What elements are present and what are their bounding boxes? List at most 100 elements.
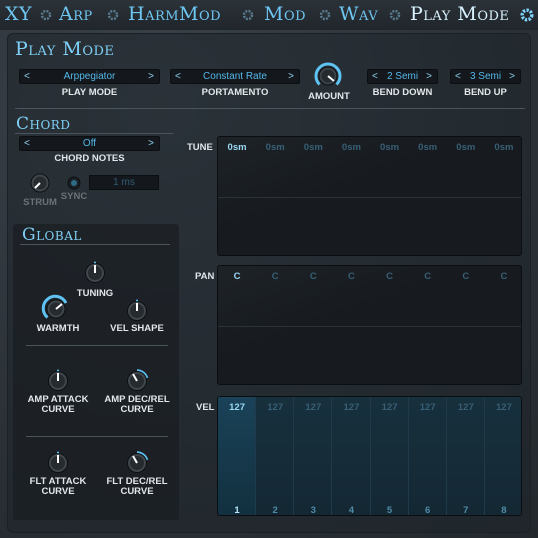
bend-up-select[interactable]: < 3 Semi > (450, 69, 521, 84)
arrow-right-icon[interactable]: > (148, 70, 154, 83)
grid-centerline (218, 326, 521, 327)
grid-shade (218, 266, 521, 384)
strum-label: STRUM (23, 197, 57, 208)
grid-centerline (218, 197, 521, 198)
vel-step-bar[interactable] (408, 397, 447, 515)
vel-step-value[interactable]: 127 (257, 402, 293, 413)
flt-decrel-knob[interactable] (124, 450, 150, 476)
pan-step-value[interactable]: C (333, 271, 369, 282)
step-number: 3 (310, 505, 316, 516)
gear-icon (40, 9, 52, 21)
divider (15, 108, 525, 109)
arrow-right-icon[interactable]: > (148, 137, 154, 150)
arrow-right-icon[interactable]: > (509, 70, 515, 83)
tab-harmmod[interactable]: HarmMod (128, 3, 221, 25)
strum-time-field[interactable]: 1 ms (89, 175, 159, 190)
warmth-label: WARMTH (36, 323, 80, 334)
tune-step-value[interactable]: 0sm (448, 142, 484, 153)
vel-step-bar[interactable] (294, 397, 333, 515)
portamento-label: PORTAMENTO (201, 87, 269, 98)
vel-step-value[interactable]: 127 (486, 402, 521, 413)
tune-step-value[interactable]: 0sm (486, 142, 521, 153)
strum-knob[interactable] (28, 171, 52, 195)
tune-step-value[interactable]: 0sm (333, 142, 369, 153)
tuning-knob[interactable] (82, 260, 108, 286)
sync-label: SYNC (60, 191, 88, 202)
divider (15, 133, 173, 134)
arrow-left-icon[interactable]: < (372, 70, 378, 83)
tab-play-mode[interactable]: Play Mode (410, 3, 509, 25)
vel-step-bar[interactable] (370, 397, 409, 515)
pan-step-value[interactable]: C (448, 271, 484, 282)
arrow-right-icon[interactable]: > (426, 70, 432, 83)
pan-grid[interactable]: CCCCCCCC (217, 265, 522, 385)
tab-arp[interactable]: Arp (59, 3, 93, 25)
chord-title: Chord (16, 114, 71, 134)
play-mode-select[interactable]: < Arppegiator > (19, 69, 160, 84)
pan-step-value[interactable]: C (486, 271, 521, 282)
step-number: 8 (501, 505, 507, 516)
vel-step-bar[interactable] (218, 397, 257, 515)
tune-grid[interactable]: 0sm 0sm 0sm 0sm 0sm 0sm 0sm 0sm (217, 136, 522, 256)
arrow-right-icon[interactable]: > (288, 70, 294, 83)
vel-step-bar[interactable] (484, 397, 521, 515)
step-number: 4 (348, 505, 355, 516)
bend-down-label: BEND DOWN (372, 87, 433, 98)
vel-shape-knob[interactable] (124, 298, 150, 324)
vel-step-value[interactable]: 127 (219, 402, 255, 413)
chord-notes-label: CHORD NOTES (54, 153, 125, 164)
gear-icon (242, 9, 254, 21)
bend-down-select[interactable]: < 2 Semi > (367, 69, 438, 84)
arrow-left-icon[interactable]: < (24, 137, 30, 150)
divider (26, 345, 168, 346)
pan-step-value[interactable]: C (219, 271, 255, 282)
global-title: Global (22, 225, 82, 245)
pan-step-value[interactable]: C (257, 271, 293, 282)
tune-step-value[interactable]: 0sm (219, 142, 255, 153)
flt-decrel-label-2: CURVE (120, 486, 154, 497)
tab-wav[interactable]: Wav (339, 3, 378, 25)
portamento-value: Constant Rate (203, 71, 267, 82)
vel-step-bar[interactable] (256, 397, 295, 515)
gear-icon (107, 9, 119, 21)
vel-step-bar[interactable] (446, 397, 485, 515)
tune-step-value[interactable]: 0sm (257, 142, 293, 153)
tuning-label: TUNING (76, 288, 114, 299)
vel-step-value[interactable]: 127 (372, 402, 408, 413)
arrow-left-icon[interactable]: < (24, 70, 30, 83)
arrow-left-icon[interactable]: < (175, 70, 181, 83)
tune-step-value[interactable]: 0sm (372, 142, 408, 153)
tune-step-value[interactable]: 0sm (295, 142, 331, 153)
vel-step-value[interactable]: 127 (448, 402, 484, 413)
portamento-select[interactable]: < Constant Rate > (170, 69, 300, 84)
chord-notes-select[interactable]: < Off > (19, 136, 160, 151)
play-mode-value: Arppegiator (63, 71, 116, 82)
step-number: 1 (234, 505, 240, 516)
tab-xy[interactable]: XY (5, 3, 32, 25)
vel-step-value[interactable]: 127 (333, 402, 369, 413)
amp-decrel-knob[interactable] (124, 368, 150, 394)
amp-attack-label-2: CURVE (41, 404, 75, 415)
pan-step-value[interactable]: C (295, 271, 331, 282)
step-number: 5 (386, 505, 393, 516)
arrow-left-icon[interactable]: < (455, 70, 461, 83)
play-mode-title: Play Mode (15, 38, 115, 60)
vel-grid[interactable]: 127 127 127 127 127 127 127 127 1 2 3 4 5 6 7 8 (217, 396, 522, 516)
pan-row-label: PAN (195, 271, 215, 282)
warmth-knob[interactable] (41, 294, 71, 324)
top-nav: XY Arp HarmMod Mod Wav Play Mode (0, 0, 538, 30)
vel-step-value[interactable]: 127 (410, 402, 446, 413)
flt-attack-knob[interactable] (45, 450, 71, 476)
gear-icon[interactable] (519, 7, 535, 23)
tune-step-value[interactable]: 0sm (410, 142, 446, 153)
bend-down-value: 2 Semi (386, 71, 419, 82)
vel-step-bar[interactable] (332, 397, 371, 515)
pan-step-value[interactable]: C (410, 271, 446, 282)
amp-attack-knob[interactable] (45, 368, 71, 394)
tune-row-label: TUNE (187, 142, 213, 153)
tab-mod[interactable]: Mod (264, 3, 306, 25)
pan-step-value[interactable]: C (372, 271, 408, 282)
vel-step-value[interactable]: 127 (295, 402, 331, 413)
amount-knob[interactable] (313, 61, 343, 91)
sync-toggle[interactable] (67, 176, 81, 190)
